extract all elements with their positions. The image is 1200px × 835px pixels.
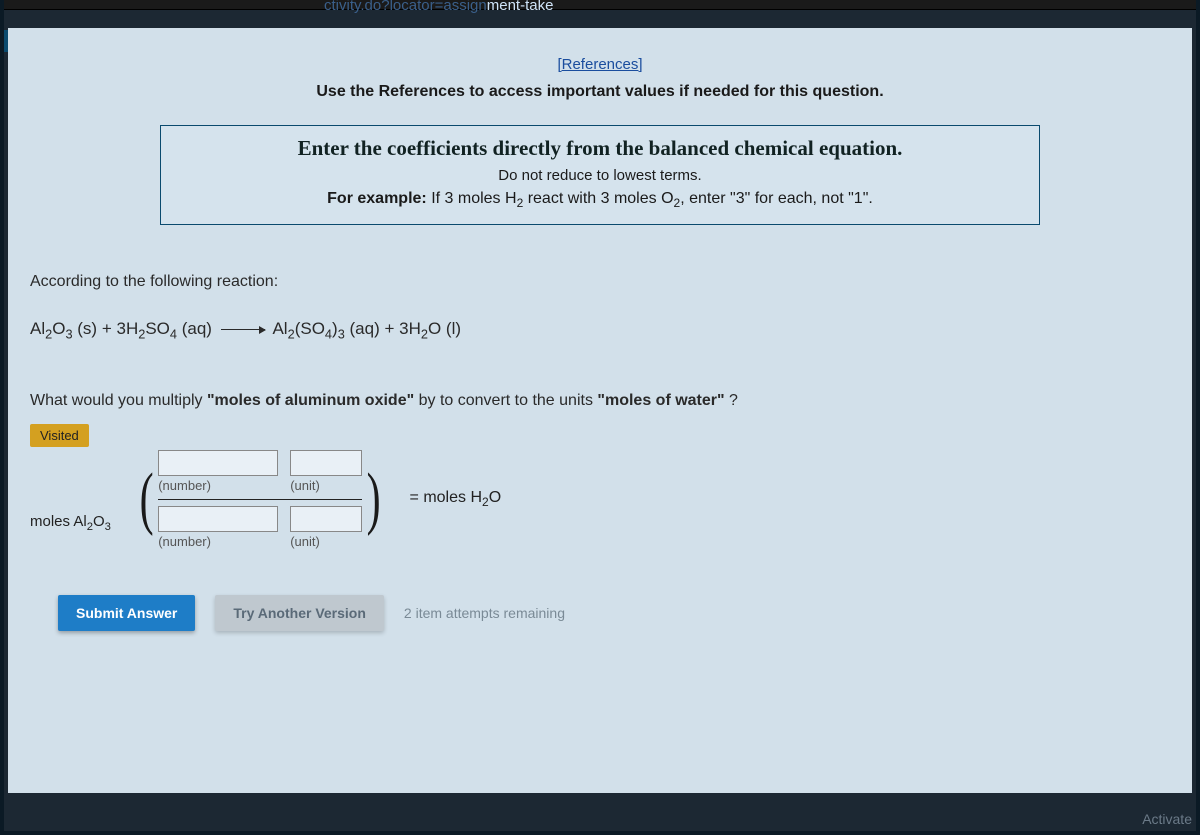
question-mid: by to convert to the units bbox=[414, 392, 597, 409]
reference-note: Use the References to access important v… bbox=[8, 83, 1192, 101]
left-paren-icon: ( bbox=[140, 474, 154, 524]
numerator-number-hint: (number) bbox=[158, 478, 211, 493]
submit-answer-button[interactable]: Submit Answer bbox=[58, 595, 195, 631]
left-unit-label: moles Al2O3 bbox=[30, 513, 111, 533]
action-row: Submit Answer Try Another Version 2 item… bbox=[30, 595, 1170, 631]
url-fragment: ctivity.do?locator=assignment-take bbox=[324, 0, 553, 14]
numerator-unit-hint: (unit) bbox=[290, 478, 320, 493]
reactant-2: 3H2SO4 (aq) bbox=[117, 319, 217, 338]
result-label: = moles H2O bbox=[410, 489, 502, 509]
product-1: Al2(SO4)3 (aq) bbox=[272, 319, 384, 338]
conversion-row: Visited moles Al2O3 ( (number) bbox=[30, 448, 1170, 551]
question-bold-2: "moles of water" bbox=[597, 392, 724, 409]
question-bold-1: "moles of aluminum oxide" bbox=[207, 392, 414, 409]
instruction-example: For example: If 3 moles H2 react with 3 … bbox=[177, 190, 1023, 210]
visited-badge: Visited bbox=[30, 424, 89, 447]
window-topbar bbox=[4, 0, 1196, 10]
question-tail: ? bbox=[725, 392, 738, 409]
reaction-intro: According to the following reaction: bbox=[30, 273, 1170, 291]
plus-1: + bbox=[102, 319, 112, 338]
fraction-factor: ( (number) (unit) bbox=[135, 448, 386, 551]
example-mid: react with 3 moles O bbox=[523, 190, 673, 207]
attempts-remaining: 2 item attempts remaining bbox=[404, 605, 565, 621]
url-text-dim: ctivity.do?locator=assign bbox=[324, 0, 487, 14]
reactant-1: Al2O3 (s) bbox=[30, 319, 97, 338]
example-body: If 3 moles H bbox=[427, 190, 517, 207]
activate-watermark: Activate bbox=[1142, 811, 1192, 827]
url-text-bright: ment-take bbox=[487, 0, 554, 14]
chemical-equation: Al2O3 (s) + 3H2SO4 (aq) Al2(SO4)3 (aq) +… bbox=[30, 319, 1170, 341]
plus-2: + bbox=[384, 319, 394, 338]
denominator-unit-input[interactable] bbox=[290, 506, 362, 532]
screen-frame: ctivity.do?locator=assignment-take HIOME… bbox=[0, 0, 1200, 835]
question-text: What would you multiply "moles of alumin… bbox=[30, 392, 1170, 410]
numerator-number-input[interactable] bbox=[158, 450, 278, 476]
right-paren-icon: ) bbox=[367, 474, 381, 524]
instruction-title: Enter the coefficients directly from the… bbox=[177, 136, 1023, 161]
example-prefix: For example: bbox=[327, 190, 427, 207]
question-pre: What would you multiply bbox=[30, 392, 207, 409]
reaction-arrow-icon bbox=[221, 329, 265, 330]
references-link[interactable]: [References] bbox=[8, 28, 1192, 73]
instruction-box: Enter the coefficients directly from the… bbox=[160, 125, 1040, 225]
try-another-button[interactable]: Try Another Version bbox=[215, 595, 384, 631]
instruction-subtitle: Do not reduce to lowest terms. bbox=[177, 167, 1023, 184]
denominator-unit-hint: (unit) bbox=[290, 534, 320, 549]
numerator-unit-input[interactable] bbox=[290, 450, 362, 476]
denominator-number-hint: (number) bbox=[158, 534, 211, 549]
product-2: 3H2O (l) bbox=[399, 319, 461, 338]
content-panel: [References] Use the References to acces… bbox=[8, 28, 1192, 793]
denominator-number-input[interactable] bbox=[158, 506, 278, 532]
example-tail: , enter "3" for each, not "1". bbox=[680, 190, 873, 207]
